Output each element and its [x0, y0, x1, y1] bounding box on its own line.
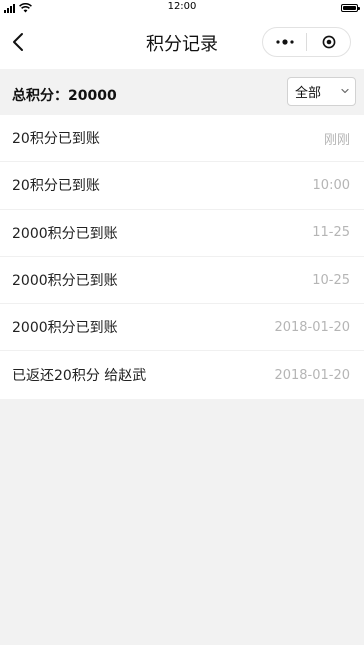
chevron-left-icon — [13, 33, 23, 51]
record-description: 2000积分已到账 — [12, 225, 118, 242]
list-item: 20积分已到账 刚刚 — [0, 115, 364, 163]
record-time: 刚刚 — [323, 132, 350, 148]
list-item: 2000积分已到账 11-25 — [0, 210, 364, 257]
record-time: 11-25 — [312, 225, 350, 241]
record-time: 10-25 — [312, 272, 350, 288]
target-circle-icon — [322, 35, 335, 49]
total-points-label: 总积分：20000 — [12, 88, 117, 104]
more-dots-icon — [275, 39, 294, 45]
filter-selected-value: 全部 — [295, 86, 322, 101]
record-description: 20积分已到账 — [12, 131, 100, 148]
list-item: 2000积分已到账 2018-01-20 — [0, 304, 364, 352]
status-bar: 12:00 — [0, 0, 364, 16]
record-description: 已返还20积分 给赵武 — [12, 368, 147, 385]
filter-select[interactable]: 全部 — [287, 77, 356, 106]
record-time: 2018-01-20 — [274, 319, 350, 335]
back-button[interactable] — [4, 26, 32, 58]
list-item: 已返还20积分 给赵武 2018-01-20 — [0, 351, 364, 398]
close-miniprogram-button[interactable] — [307, 28, 350, 56]
miniprogram-capsule — [262, 27, 351, 57]
navigation-bar: 积分记录 — [0, 16, 364, 69]
more-button[interactable] — [263, 28, 306, 56]
record-time: 2018-01-20 — [274, 367, 350, 383]
list-item: 20积分已到账 10:00 — [0, 162, 364, 210]
points-record-list: 20积分已到账 刚刚 20积分已到账 10:00 2000积分已到账 11-25… — [0, 115, 364, 399]
record-description: 2000积分已到账 — [12, 320, 118, 337]
list-item: 2000积分已到账 10-25 — [0, 257, 364, 305]
battery-icon — [341, 4, 360, 12]
record-time: 10:00 — [312, 177, 350, 193]
status-time: 12:00 — [167, 1, 197, 12]
points-summary: 总积分：20000 全部 — [0, 69, 364, 115]
chevron-down-icon — [341, 88, 349, 94]
record-description: 20积分已到账 — [12, 178, 100, 195]
record-description: 2000积分已到账 — [12, 273, 118, 290]
